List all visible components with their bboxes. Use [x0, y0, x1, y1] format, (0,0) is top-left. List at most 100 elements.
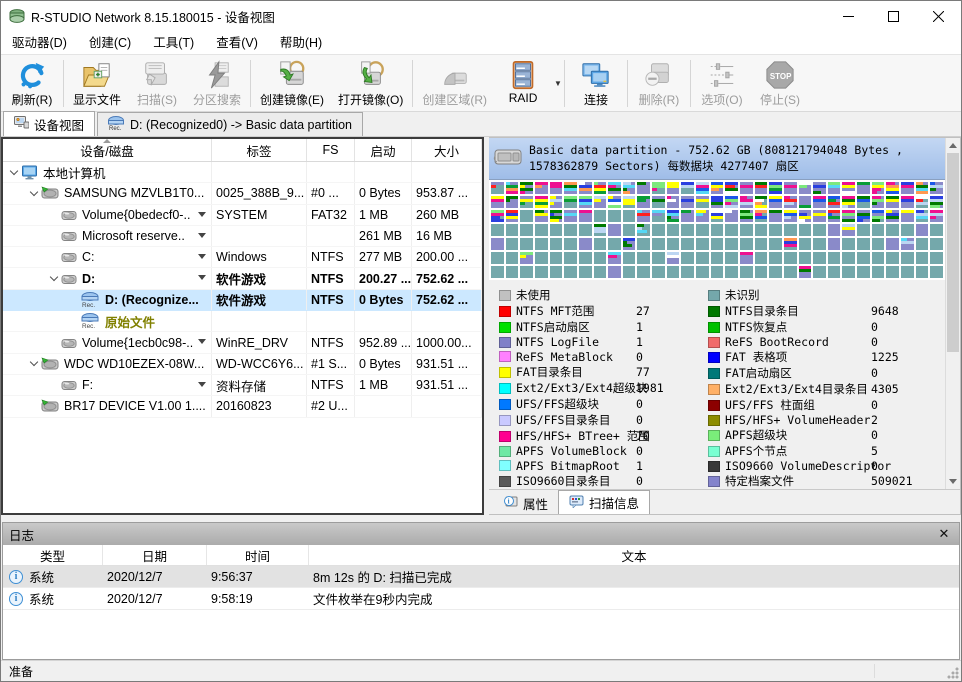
toolbar-create-image-button[interactable]: 创建镜像(E): [253, 57, 331, 110]
row-dropdown-icon[interactable]: [198, 382, 206, 387]
scan-scrollbar[interactable]: [945, 138, 960, 489]
tree-row-7[interactable]: Rec.原始文件: [3, 311, 482, 332]
legend-label: 未使用: [516, 287, 636, 303]
legend-item-left-11: APFS BitmapRoot1: [499, 459, 708, 474]
menu-item-4[interactable]: 帮助(H): [269, 31, 333, 55]
toolbar-open-image-button[interactable]: 打开镜像(O): [331, 57, 410, 110]
map-block: [681, 196, 694, 208]
tree-row-0[interactable]: 本地计算机: [3, 162, 482, 183]
expand-chevron-icon[interactable]: [7, 171, 21, 174]
tab-device-view[interactable]: 设备视图: [3, 111, 95, 136]
map-block: [637, 210, 650, 222]
menu-item-2[interactable]: 工具(T): [142, 31, 205, 55]
map-block: [711, 238, 724, 250]
tree-row-1[interactable]: SAMSUNG MZVLB1T0...0025_388B_9...#0 ...0…: [3, 183, 482, 204]
row-dropdown-icon[interactable]: [198, 233, 206, 238]
log-column-header-1[interactable]: 日期: [103, 545, 207, 565]
legend-swatch: [708, 352, 720, 363]
tree-row-5[interactable]: D:软件游戏NTFS200.27 ...752.62 ...: [3, 268, 482, 289]
horizontal-splitter[interactable]: [1, 515, 961, 522]
log-column-header-0[interactable]: 类型: [3, 545, 103, 565]
tree-column-header-4[interactable]: 大小: [412, 139, 482, 161]
tree-row-name: Microsoft reserve..: [82, 229, 185, 243]
tab-scan-information[interactable]: 扫描信息: [558, 490, 650, 514]
tree-row-11[interactable]: BR17 DEVICE V1.00 1....20160823#2 U...: [3, 396, 482, 417]
tree-column-header-1[interactable]: 标签: [212, 139, 307, 161]
tree-row-10[interactable]: F:资料存储NTFS1 MB931.51 ...: [3, 375, 482, 396]
map-block: [520, 196, 533, 208]
raid-dropdown-icon[interactable]: ▼: [554, 79, 562, 88]
expand-chevron-icon[interactable]: [27, 362, 41, 365]
toolbar-create-region-label: 创建区域(R): [422, 91, 487, 108]
tree-row-6[interactable]: Rec.D: (Recognize...软件游戏NTFS0 Bytes752.6…: [3, 290, 482, 311]
map-block: [725, 224, 738, 236]
map-block: [872, 196, 885, 208]
log-column-header-2[interactable]: 时间: [207, 545, 309, 565]
menu-item-3[interactable]: 查看(V): [205, 31, 269, 55]
map-block: [813, 182, 826, 194]
tree-cell-boot: 952.89 ...: [355, 332, 412, 352]
tree-cell-label: WinRE_DRV: [212, 332, 307, 352]
map-block: [755, 224, 768, 236]
map-block: [506, 266, 519, 278]
map-block: [579, 266, 592, 278]
log-close-icon[interactable]: ✕: [935, 526, 953, 542]
log-row-0[interactable]: i系统2020/12/79:56:378m 12s 的 D: 扫描已完成: [3, 566, 959, 588]
map-block: [886, 266, 899, 278]
minimize-button[interactable]: [826, 1, 871, 31]
toolbar-show-files-button[interactable]: 显示文件: [66, 57, 128, 110]
svg-text:Rec.: Rec.: [82, 323, 95, 329]
tree-row-9[interactable]: WDC WD10EZEX-08W...WD-WCC6Y6...#1 S...0 …: [3, 354, 482, 375]
row-dropdown-icon[interactable]: [198, 339, 206, 344]
tree-column-header-3[interactable]: 启动: [355, 139, 412, 161]
toolbar-raid-button[interactable]: RAID: [494, 57, 552, 110]
log-column-header-3[interactable]: 文本: [309, 545, 959, 565]
close-button[interactable]: [916, 1, 961, 31]
tree-cell-fs: [307, 226, 355, 246]
tree-row-4[interactable]: C:WindowsNTFS277 MB200.00 ...: [3, 247, 482, 268]
map-block: [901, 196, 914, 208]
scroll-up-icon[interactable]: [946, 138, 960, 153]
map-block: [916, 266, 929, 278]
row-dropdown-icon[interactable]: [198, 212, 206, 217]
map-block: [930, 238, 943, 250]
tree-column-header-2[interactable]: FS: [307, 139, 355, 161]
map-block: [901, 266, 914, 278]
row-dropdown-icon[interactable]: [198, 275, 206, 280]
legend-count: 0: [871, 320, 878, 334]
tab-properties[interactable]: i 属性: [493, 492, 558, 514]
expand-chevron-icon[interactable]: [47, 277, 61, 280]
tree-row-8[interactable]: Volume{1ecb0c98-..WinRE_DRVNTFS952.89 ..…: [3, 332, 482, 353]
legend-count: 0: [636, 350, 643, 364]
legend-item-left-2: NTFS启动扇区1: [499, 319, 708, 335]
scroll-down-icon[interactable]: [946, 474, 960, 489]
toolbar-separator: [690, 60, 691, 107]
legend-count: 0: [871, 335, 878, 349]
map-block: [901, 238, 914, 250]
row-dropdown-icon[interactable]: [198, 254, 206, 259]
tab-recognized-partition[interactable]: Rec. D: (Recognized0) -> Basic data part…: [97, 112, 363, 136]
toolbar-connect-button[interactable]: 连接: [567, 57, 625, 110]
map-block: [520, 252, 533, 264]
legend-swatch: [499, 460, 511, 471]
tree-row-3[interactable]: Microsoft reserve..261 MB16 MB: [3, 226, 482, 247]
tree-cell-fs: NTFS: [307, 290, 355, 310]
tree-row-2[interactable]: Volume{0bedecf0-..SYSTEMFAT321 MB260 MB: [3, 205, 482, 226]
toolbar-refresh-button[interactable]: 刷新(R): [3, 57, 61, 110]
tree-column-header-0[interactable]: 设备/磁盘: [3, 139, 212, 161]
map-block: [842, 238, 855, 250]
scan-block-map[interactable]: [489, 180, 945, 280]
maximize-button[interactable]: [871, 1, 916, 31]
status-text: 准备: [9, 663, 33, 680]
map-block: [784, 196, 797, 208]
expand-chevron-icon[interactable]: [27, 192, 41, 195]
map-block: [784, 252, 797, 264]
vol-icon: [61, 337, 77, 349]
toolbar-connect-label: 连接: [584, 91, 608, 108]
resize-grip[interactable]: [947, 667, 959, 679]
menu-item-1[interactable]: 创建(C): [78, 31, 142, 55]
log-cell-text: 8m 12s 的 D: 扫描已完成: [309, 566, 959, 587]
scrollbar-thumb[interactable]: [947, 153, 959, 352]
log-row-1[interactable]: i系统2020/12/79:58:19文件枚举在9秒内完成: [3, 588, 959, 610]
menu-item-0[interactable]: 驱动器(D): [1, 31, 78, 55]
